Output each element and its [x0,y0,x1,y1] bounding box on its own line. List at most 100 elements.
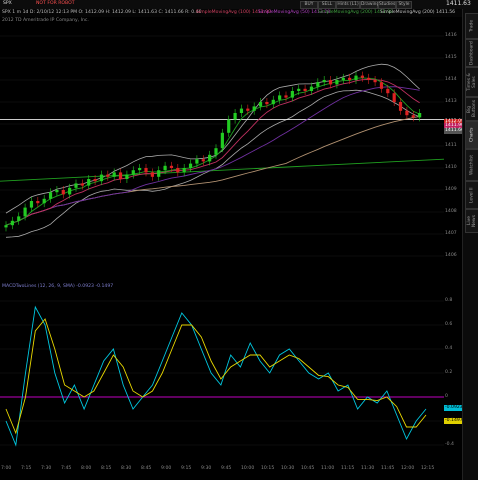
side-tab-trade[interactable]: Trade [465,13,478,39]
time-tick-label: 9:00 [161,466,172,471]
studies-button[interactable]: Studies [378,1,396,9]
time-tick-label: 10:00 [241,466,255,471]
candle-body [392,93,396,102]
long-ma-line [0,158,444,182]
time-tick-label: 9:15 [181,466,192,471]
candle-body [74,183,78,188]
candle-body [131,170,135,175]
time-tick-label: 10:15 [261,466,275,471]
time-tick-label: 7:45 [61,466,72,471]
price-axis[interactable]: 1416141514141413141214111410140914081407… [444,17,465,275]
candle-body [150,172,154,177]
buy-button[interactable]: BUY [300,1,318,9]
macd-tick-label: -0.4 [445,442,454,447]
time-tick-label: 11:45 [381,466,395,471]
price-tick-label: 1415 [445,55,457,60]
candle-body [290,91,294,98]
price-tick-label: 1407 [445,231,457,236]
macd-value-line [5,305,427,447]
price-tick-label: 1411 [445,143,457,148]
info-bar: SPX 1 m 1d D: 2/10/12 12:13 PM O: 1412.0… [0,9,462,17]
candle-body [227,119,231,133]
candle-body [239,108,244,113]
symbol-label[interactable]: SPX [3,1,12,7]
time-tick-label: 11:30 [361,466,375,471]
candle-body [367,77,371,80]
side-tab-times-sales[interactable]: Times & Sales [465,67,478,97]
side-tab-level-ii[interactable]: Level II [465,181,478,209]
candle-body [265,102,269,105]
candle-body [99,174,104,182]
ma-20 [5,78,420,226]
sell-button[interactable]: SELL [318,1,336,9]
time-tick-label: 7:15 [21,466,32,471]
candle-body [316,82,320,87]
symbol-status: NOT FOR ROBOT [36,1,75,6]
macd-chart[interactable] [0,283,444,463]
candle-body [322,80,326,83]
candle-body [354,75,358,80]
candle-body [303,88,307,91]
candle-body [106,174,110,177]
candle-body [214,148,218,155]
candle-body [309,86,314,91]
candle-body [17,216,21,221]
side-tab-live-news[interactable]: Live News [465,209,478,233]
time-tick-label: 7:30 [41,466,52,471]
candle-body [144,168,148,173]
time-tick-label: 9:45 [221,466,232,471]
candle-body [163,165,167,171]
time-tick-label: 8:30 [121,466,132,471]
side-tab-big-buttons[interactable]: Big Buttons [465,97,478,121]
time-tick-label: 7:00 [1,466,12,471]
candle-body [297,88,301,91]
candle-body [61,190,65,195]
macd-tick-label: 0 [445,394,448,399]
candle-body [379,82,384,89]
style-button[interactable]: Style [396,1,412,9]
candle-body [68,187,72,195]
candle-body [341,77,345,80]
macd-avg-line [5,318,427,435]
candle-body [373,80,377,83]
candle-body [112,172,116,177]
candle-body [233,113,237,120]
candle-body [246,108,250,111]
candle-body [36,201,40,204]
time-tick-label: 9:30 [201,466,212,471]
candle-body [118,172,123,179]
macd-axis[interactable]: 0.80.60.40.20-0.2-0.4-0.0923-0.1497 [444,283,464,463]
candle-body [182,168,186,173]
candle-body [348,77,352,80]
candle-body [29,201,34,208]
time-axis[interactable]: 7:00 7:15 7:30 7:45 8:00 8:15 8:30 8:45 9:00 9:15… [0,463,444,480]
candle-body [418,113,422,118]
macd-value-tag: -0.1497 [444,417,464,424]
side-tab-watchlist[interactable]: Watchlist [465,149,478,181]
time-tick-label: 8:00 [81,466,92,471]
candle-body [42,198,46,204]
candle-body [360,75,364,78]
macd-tick-label: 0.6 [445,322,453,327]
last-price: 1411.63 [446,0,471,7]
price-tick-label: 1416 [445,33,457,38]
price-tick-label: 1410 [445,165,457,170]
candle-body [220,132,224,149]
price-tick-label: 1413 [445,99,457,104]
candle-body [55,190,59,193]
candle-body [208,154,212,162]
price-chart[interactable] [0,17,444,275]
candle-body [258,102,263,107]
candle-body [10,220,14,226]
candle-body [284,95,288,98]
drawings-button[interactable]: Drawings [360,1,382,9]
macd-tick-label: 0.2 [445,370,453,375]
time-tick-label: 12:00 [401,466,415,471]
hints-button[interactable]: Hints (L1) [336,1,360,9]
time-tick-label: 10:45 [301,466,315,471]
ma-9 [5,77,420,226]
candle-body [125,174,129,179]
side-tabs: Trade Dashboard Times & Sales Big Buttons Ch… [462,9,478,480]
side-tab-charts[interactable]: Charts [465,121,478,149]
side-tab-dashboard[interactable]: Dashboard [465,39,478,67]
